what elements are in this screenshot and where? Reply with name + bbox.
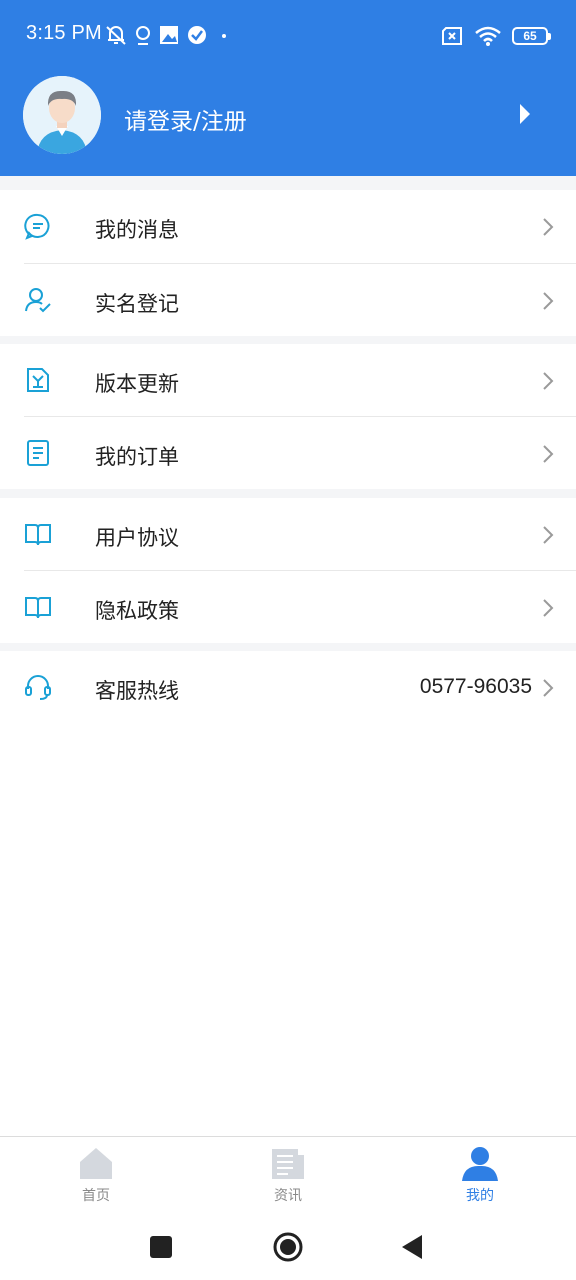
profile-login-row[interactable]: 请登录/注册: [0, 70, 576, 176]
status-system-icons: 65: [440, 22, 551, 50]
menu-item-version-update[interactable]: 版本更新: [0, 344, 576, 416]
message-icon: [24, 213, 50, 240]
menu-item-service-hotline[interactable]: 客服热线 0577-96035: [0, 651, 576, 723]
profile-header: 3:15 PM 65 请登录/注册: [0, 0, 576, 176]
section-divider: [0, 489, 576, 498]
status-notification-icons: [104, 22, 230, 48]
chevron-right-icon: [543, 292, 554, 310]
menu-item-real-name[interactable]: 实名登记: [0, 264, 576, 336]
menu-item-messages[interactable]: 我的消息: [0, 190, 576, 262]
recent-apps-icon[interactable]: [144, 1230, 178, 1264]
order-icon: [27, 440, 49, 466]
menu-item-label: 我的消息: [95, 218, 179, 242]
chevron-right-icon: [543, 372, 554, 390]
tab-label: 资讯: [274, 1188, 302, 1204]
back-icon[interactable]: [396, 1230, 430, 1264]
person-icon: [462, 1147, 498, 1181]
bottom-tab-bar: 首页 资讯 我的: [0, 1136, 576, 1212]
status-time: 3:15 PM: [26, 22, 102, 44]
chevron-right-icon: [543, 599, 554, 617]
default-avatar-icon: [23, 76, 101, 154]
home-button-icon[interactable]: [271, 1230, 305, 1264]
menu-item-my-orders[interactable]: 我的订单: [0, 417, 576, 489]
menu-item-privacy-policy[interactable]: 隐私政策: [0, 571, 576, 643]
chevron-right-icon: [543, 526, 554, 544]
gallery-icon: [160, 26, 178, 44]
battery-level: 65: [523, 29, 537, 43]
section-divider: [0, 643, 576, 651]
menu-item-label: 实名登记: [95, 292, 179, 316]
battery-indicator: 65: [512, 27, 551, 45]
tab-news[interactable]: 资讯: [228, 1145, 348, 1211]
hotline-number[interactable]: 0577-96035: [420, 675, 532, 699]
menu-item-user-agreement[interactable]: 用户协议: [0, 498, 576, 570]
headset-icon: [25, 675, 51, 700]
status-bar: 3:15 PM 65: [0, 0, 576, 70]
chevron-right-icon: [543, 218, 554, 236]
mute-vibrate-icon: [106, 26, 126, 45]
section-divider: [0, 176, 576, 190]
menu-item-label: 隐私政策: [95, 599, 179, 623]
tab-mine[interactable]: 我的: [420, 1145, 540, 1211]
menu-item-label: 版本更新: [95, 372, 179, 396]
tab-label: 我的: [466, 1188, 494, 1204]
no-sim-icon: [442, 27, 462, 45]
section-divider: [0, 336, 576, 344]
user-verify-icon: [25, 288, 51, 313]
tab-home[interactable]: 首页: [36, 1145, 156, 1211]
menu-item-label: 客服热线: [95, 679, 179, 703]
news-icon: [272, 1149, 304, 1179]
chevron-right-icon[interactable]: [518, 100, 532, 128]
book-icon: [25, 524, 51, 546]
book-icon: [25, 597, 51, 619]
update-icon: [27, 368, 49, 392]
tab-label: 首页: [82, 1188, 110, 1204]
login-register-text[interactable]: 请登录/注册: [124, 102, 247, 136]
menu-item-label: 我的订单: [95, 445, 179, 469]
home-icon: [80, 1148, 112, 1179]
avatar[interactable]: [23, 76, 101, 154]
menu-item-label: 用户协议: [95, 526, 179, 550]
system-navigation-bar: [0, 1212, 576, 1280]
wifi-icon: [475, 26, 501, 46]
dot-icon: [222, 34, 226, 38]
check-badge-icon: [188, 26, 206, 44]
chevron-right-icon: [543, 445, 554, 463]
chevron-right-icon: [543, 679, 554, 697]
location-icon: [136, 26, 150, 45]
